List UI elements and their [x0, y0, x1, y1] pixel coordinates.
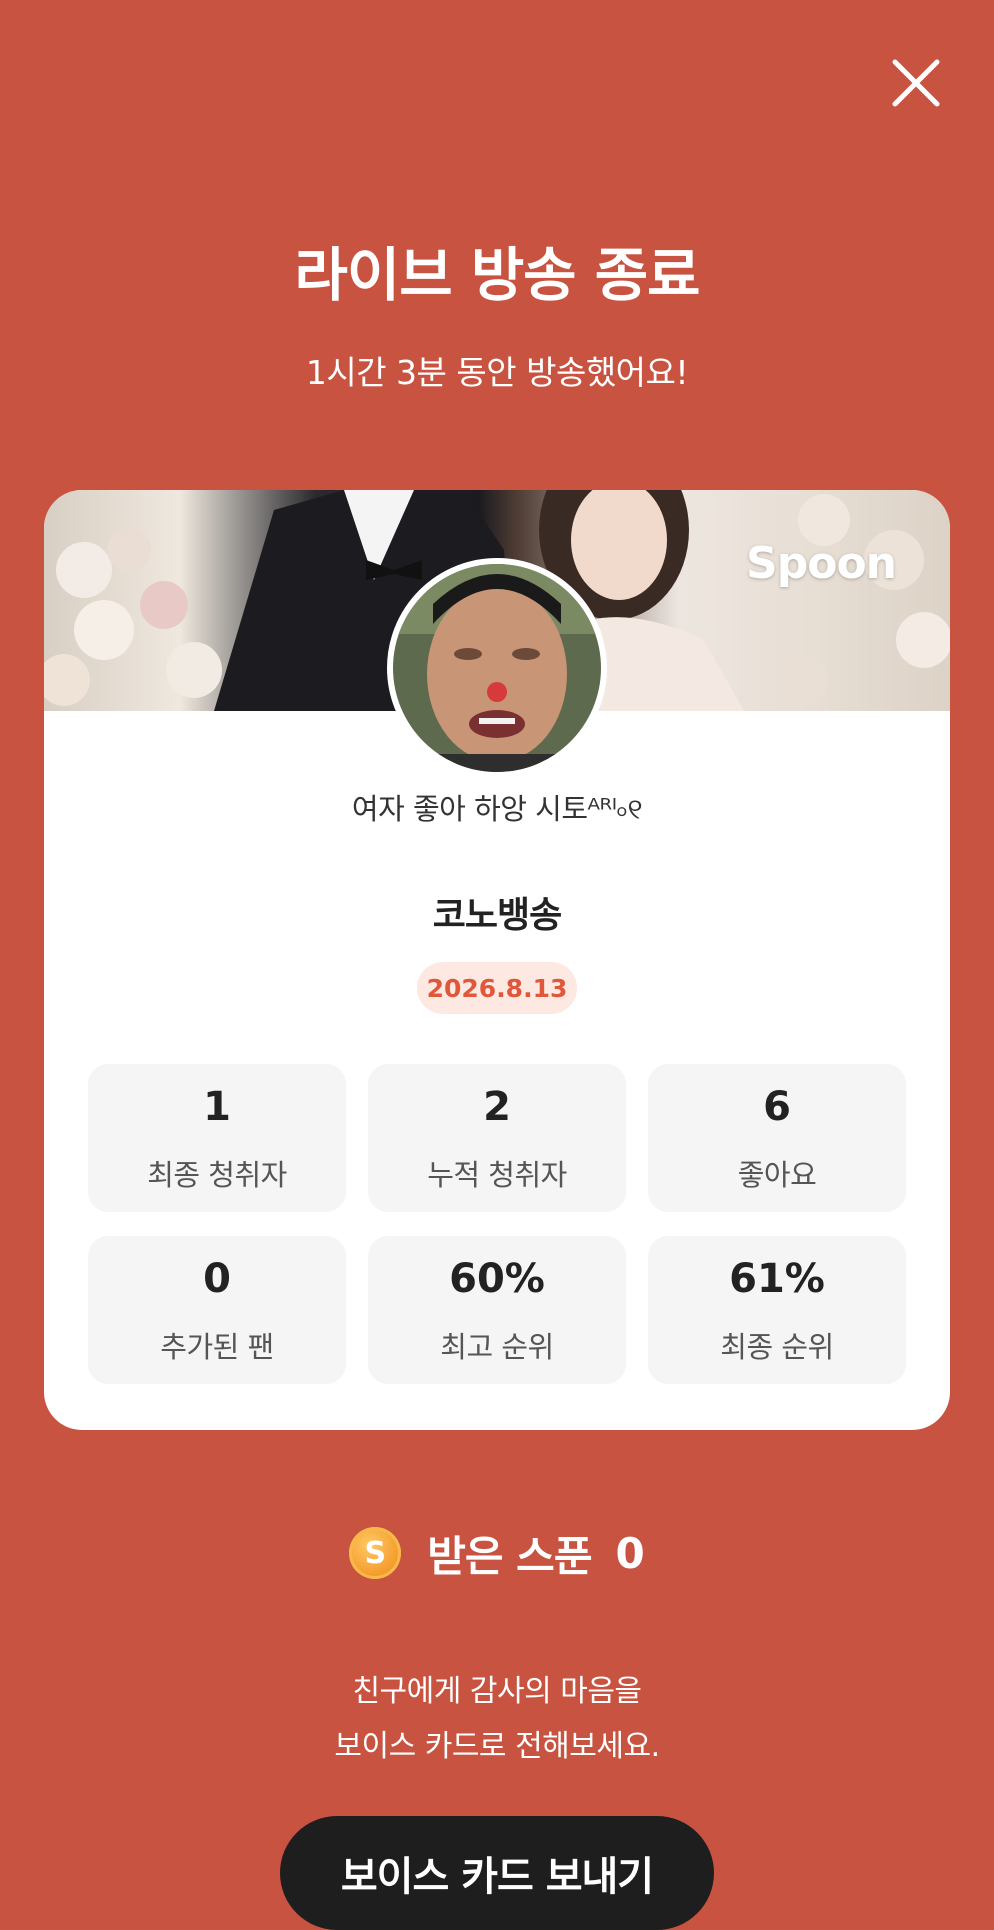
stat-value: 0 [203, 1256, 231, 1302]
voice-card-message: 친구에게 감사의 마음을 보이스 카드로 전해보세요. [0, 1664, 994, 1774]
stat-label: 최종 청취자 [147, 1158, 287, 1192]
stat-final-listeners: 1 최종 청취자 [88, 1064, 346, 1212]
stat-value: 61% [729, 1256, 825, 1302]
received-spoons-count: 0 [615, 1528, 645, 1578]
broadcast-duration: 1시간 3분 동안 방송했어요! [305, 353, 689, 392]
stat-label: 최종 순위 [720, 1330, 834, 1364]
stat-label: 최고 순위 [440, 1330, 554, 1364]
received-spoons-label: 받은 스푼 [427, 1531, 592, 1581]
stat-new-fans: 0 추가된 팬 [88, 1236, 346, 1384]
message-line-2: 보이스 카드로 전해보세요. [334, 1729, 660, 1764]
stat-label: 좋아요 [737, 1158, 817, 1192]
stat-value: 6 [763, 1084, 791, 1130]
message-line-1: 친구에게 감사의 마음을 [352, 1674, 642, 1709]
stat-likes: 6 좋아요 [648, 1064, 906, 1212]
spoon-logo: Spoon [746, 538, 897, 589]
close-icon [892, 59, 940, 107]
stat-label: 추가된 팬 [160, 1330, 274, 1364]
stat-value: 1 [203, 1084, 231, 1130]
stat-final-rank: 61% 최종 순위 [648, 1236, 906, 1384]
send-voice-card-button[interactable]: 보이스 카드 보내기 [280, 1816, 714, 1930]
stat-best-rank: 60% 최고 순위 [368, 1236, 626, 1384]
spoon-coin-icon: S [349, 1527, 402, 1579]
stat-value: 60% [449, 1256, 545, 1302]
avatar [387, 558, 607, 778]
page-title: 라이브 방송 종료 [294, 241, 701, 309]
stat-label: 누적 청취자 [427, 1158, 567, 1192]
stat-value: 2 [483, 1084, 511, 1130]
received-spoons: S 받은 스푼 0 [0, 1525, 994, 1581]
stat-total-listeners: 2 누적 청취자 [368, 1064, 626, 1212]
broadcast-title: 코노뱅송 [432, 895, 562, 936]
host-nickname: 여자 좋아 하앙 시토ᴬᴿᴵ৹୧ [351, 792, 643, 826]
close-button[interactable] [891, 58, 941, 108]
date-badge: 2026.8.13 [417, 962, 577, 1014]
